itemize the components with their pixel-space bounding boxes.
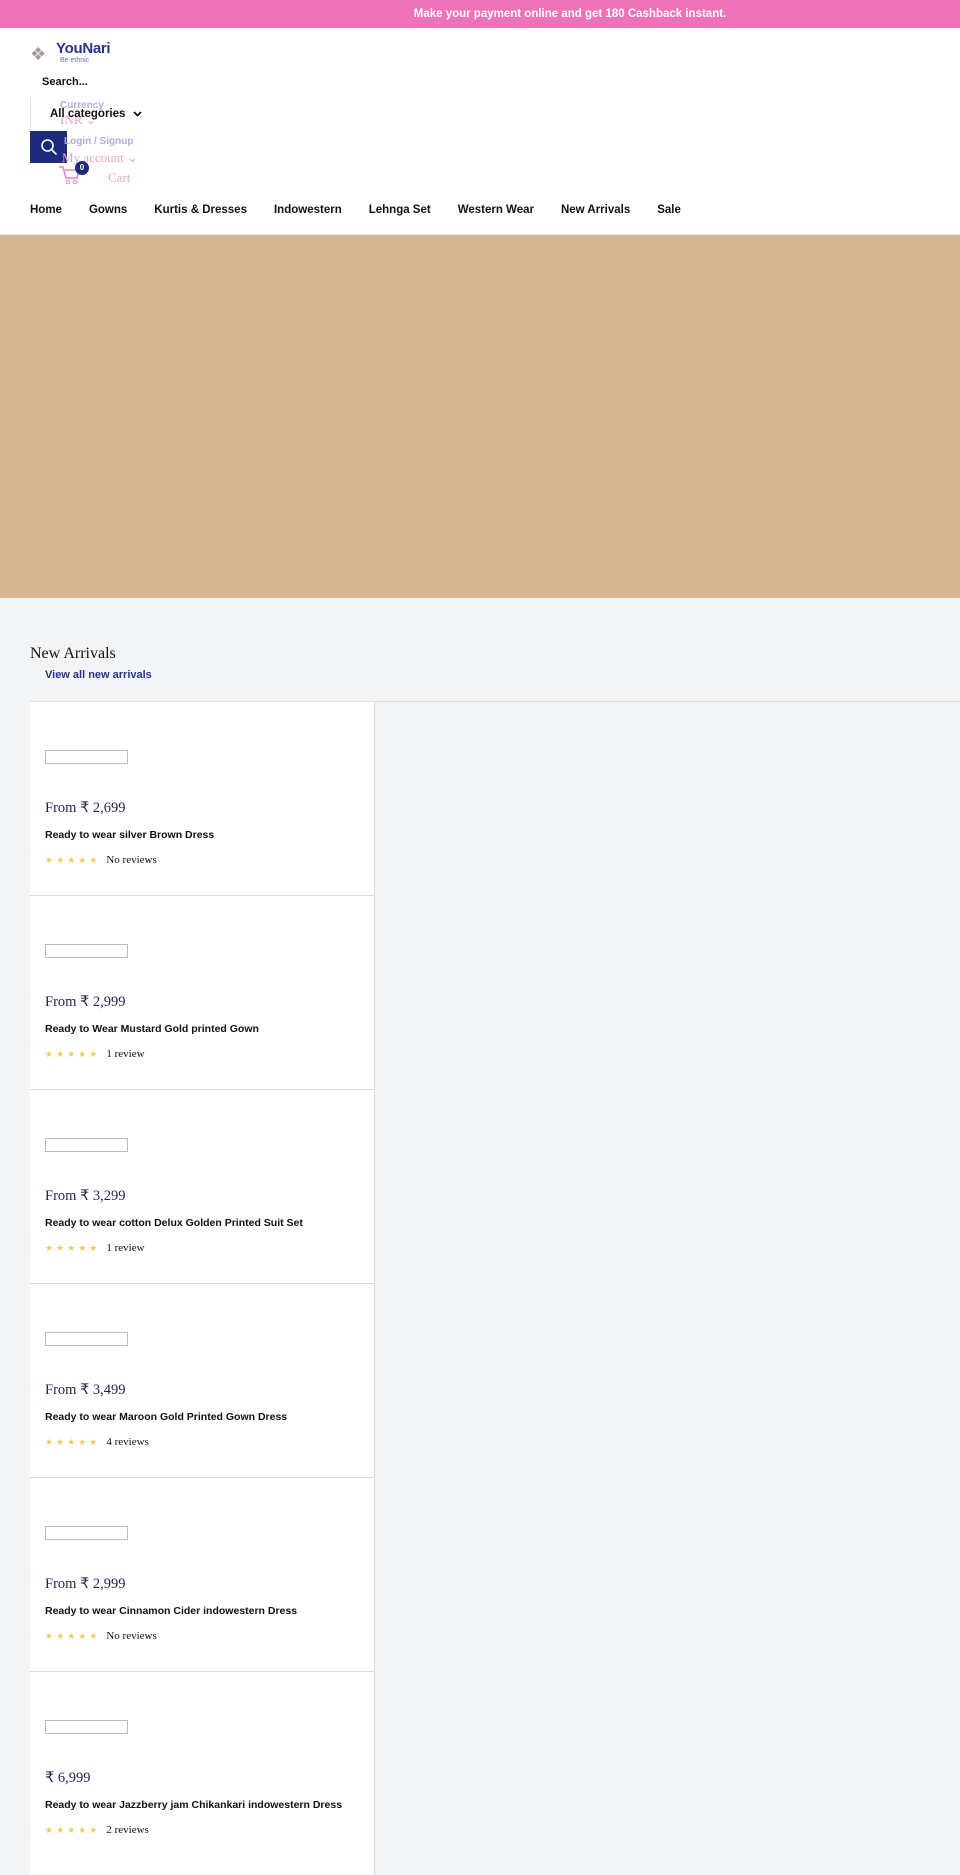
category-value: All categories <box>50 108 126 120</box>
product-card[interactable]: ₹ 6,999 Ready to wear Jazzberry jam Chik… <box>30 1672 375 1866</box>
star-rating-icon: ★★★★★ <box>45 1630 101 1641</box>
product-rating: ★★★★★ 1 review <box>45 1242 145 1254</box>
product-rating: ★★★★★ No reviews <box>45 854 157 866</box>
star-rating-icon: ★★★★★ <box>45 854 101 865</box>
search-icon <box>40 139 57 156</box>
my-account-menu[interactable]: My account ⌄ <box>62 150 138 166</box>
product-rating: ★★★★★ No reviews <box>45 1630 157 1642</box>
review-count[interactable]: 1 review <box>106 1242 144 1254</box>
star-rating-icon: ★★★★★ <box>45 1824 101 1835</box>
review-count[interactable]: 4 reviews <box>106 1436 148 1448</box>
header: ❖ YouNari Be ethnic Search... Currency I… <box>0 28 960 235</box>
logo[interactable]: ❖ YouNari Be ethnic <box>30 40 111 65</box>
account-label: My account <box>62 150 124 165</box>
product-rating: ★★★★★ 2 reviews <box>45 1824 149 1836</box>
nav-western-wear[interactable]: Western Wear <box>458 204 534 216</box>
view-all-link[interactable]: View all new arrivals <box>45 669 152 681</box>
review-count[interactable]: No reviews <box>106 854 156 866</box>
product-rating: ★★★★★ 4 reviews <box>45 1436 149 1448</box>
main-nav: Home Gowns Kurtis & Dresses Indowestern … <box>30 204 708 216</box>
logo-tagline: Be ethnic <box>60 57 90 64</box>
review-count[interactable]: 1 review <box>106 1048 144 1060</box>
product-price: From ₹ 3,499 <box>45 1382 126 1398</box>
nav-lehnga-set[interactable]: Lehnga Set <box>369 204 431 216</box>
nav-new-arrivals[interactable]: New Arrivals <box>561 204 630 216</box>
color-swatch[interactable] <box>45 750 128 764</box>
product-name[interactable]: Ready to wear silver Brown Dress <box>45 829 214 841</box>
search-input[interactable]: Search... <box>42 76 88 88</box>
product-price: From ₹ 2,699 <box>45 800 126 816</box>
color-swatch[interactable] <box>45 1526 128 1540</box>
star-rating-icon: ★★★★★ <box>45 1436 101 1447</box>
product-price: From ₹ 3,299 <box>45 1188 126 1204</box>
logo-icon: ❖ <box>30 44 47 64</box>
cart-label: Cart <box>108 169 131 185</box>
hero-banner[interactable] <box>0 235 960 598</box>
section-title: New Arrivals <box>30 645 116 662</box>
product-name[interactable]: Ready to wear cotton Delux Golden Printe… <box>45 1217 303 1229</box>
star-rating-icon: ★★★★★ <box>45 1048 101 1059</box>
category-select[interactable]: All categories <box>50 108 143 120</box>
chevron-down-icon <box>133 111 143 117</box>
product-price: From ₹ 2,999 <box>45 994 126 1010</box>
review-count[interactable]: No reviews <box>106 1630 156 1642</box>
product-name[interactable]: Ready to wear Cinnamon Cider indowestern… <box>45 1605 297 1617</box>
announcement-bar: Make your payment online and get 180 Cas… <box>0 0 960 28</box>
cart-count-badge: 0 <box>75 161 89 175</box>
nav-sale[interactable]: Sale <box>657 204 681 216</box>
review-count[interactable]: 2 reviews <box>106 1824 148 1836</box>
product-card[interactable]: From ₹ 2,699 Ready to wear silver Brown … <box>30 702 375 896</box>
cart-button[interactable]: 0 Cart <box>58 161 131 190</box>
product-card[interactable]: From ₹ 2,999 Ready to Wear Mustard Gold … <box>30 896 375 1090</box>
color-swatch[interactable] <box>45 1332 128 1346</box>
login-link[interactable]: Login / Signup <box>64 136 133 147</box>
product-card[interactable] <box>30 1864 375 1875</box>
nav-gowns[interactable]: Gowns <box>89 204 127 216</box>
product-price: From ₹ 2,999 <box>45 1576 126 1592</box>
nav-home[interactable]: Home <box>30 204 62 216</box>
color-swatch[interactable] <box>45 1138 128 1152</box>
nav-kurtis-dresses[interactable]: Kurtis & Dresses <box>154 204 247 216</box>
star-rating-icon: ★★★★★ <box>45 1242 101 1253</box>
nav-indowestern[interactable]: Indowestern <box>274 204 342 216</box>
product-list: From ₹ 2,699 Ready to wear silver Brown … <box>30 702 375 1866</box>
product-name[interactable]: Ready to wear Jazzberry jam Chikankari i… <box>45 1799 342 1811</box>
product-card[interactable]: From ₹ 3,299 Ready to wear cotton Delux … <box>30 1090 375 1284</box>
color-swatch[interactable] <box>45 944 128 958</box>
product-rating: ★★★★★ 1 review <box>45 1048 145 1060</box>
product-card[interactable]: From ₹ 2,999 Ready to wear Cinnamon Cide… <box>30 1478 375 1672</box>
product-price: ₹ 6,999 <box>45 1770 91 1786</box>
product-card[interactable]: From ₹ 3,499 Ready to wear Maroon Gold P… <box>30 1284 375 1478</box>
chevron-down-icon: ⌄ <box>126 150 138 165</box>
color-swatch[interactable] <box>45 1720 128 1734</box>
product-name[interactable]: Ready to Wear Mustard Gold printed Gown <box>45 1023 259 1035</box>
logo-name: YouNari <box>56 40 111 57</box>
divider <box>30 98 31 130</box>
product-name[interactable]: Ready to wear Maroon Gold Printed Gown D… <box>45 1411 287 1423</box>
